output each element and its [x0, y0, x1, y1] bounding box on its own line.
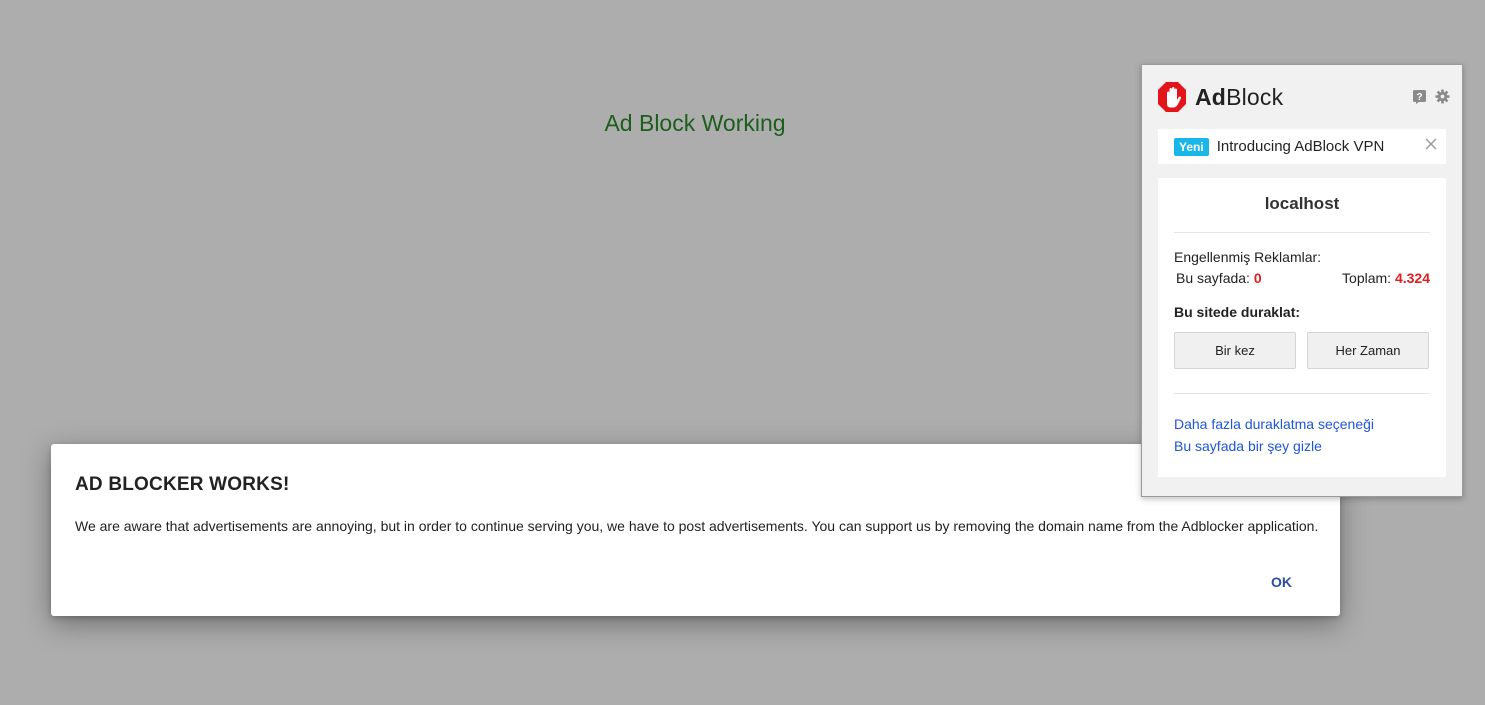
- help-icon[interactable]: ?: [1412, 89, 1427, 104]
- vpn-banner-text[interactable]: Introducing AdBlock VPN: [1217, 138, 1385, 155]
- total-count: Toplam: 4.324: [1342, 270, 1430, 286]
- pause-always-button[interactable]: Her Zaman: [1307, 332, 1429, 369]
- header-icons: ?: [1412, 89, 1450, 104]
- ok-button[interactable]: OK: [1271, 574, 1292, 590]
- more-pause-options-link[interactable]: Daha fazla duraklatma seçeneği: [1174, 416, 1374, 432]
- page-count: Bu sayfada: 0: [1176, 270, 1262, 286]
- svg-text:?: ?: [1416, 92, 1422, 103]
- hide-element-link[interactable]: Bu sayfada bir şey gizle: [1174, 438, 1322, 454]
- hand-stop-icon: [1158, 82, 1186, 112]
- divider: [1174, 232, 1430, 233]
- divider: [1174, 393, 1430, 394]
- domain-name: localhost: [1264, 194, 1340, 213]
- pause-once-button[interactable]: Bir kez: [1174, 332, 1296, 369]
- dialog-message: We are aware that advertisements are ann…: [75, 518, 1319, 534]
- new-badge: Yeni: [1174, 137, 1209, 156]
- adblock-extension-popup: AdBlock ? Yeni Introducing AdBlock VPN l…: [1141, 64, 1463, 497]
- total-count-value: 4.324: [1394, 270, 1430, 286]
- popup-header: AdBlock: [1157, 80, 1283, 114]
- pause-label: Bu sitede duraklat:: [1174, 304, 1301, 320]
- page-count-value: 0: [1253, 270, 1262, 286]
- blocked-ads-label: Engellenmiş Reklamlar:: [1174, 249, 1322, 265]
- site-status-card: localhost Engellenmiş Reklamlar: Bu sayf…: [1158, 178, 1446, 477]
- gear-icon[interactable]: [1435, 89, 1450, 104]
- adblock-logo-text: AdBlock: [1195, 83, 1284, 110]
- vpn-banner[interactable]: Yeni Introducing AdBlock VPN: [1158, 129, 1446, 164]
- close-icon[interactable]: [1424, 137, 1438, 151]
- dialog-title: AD BLOCKER WORKS!: [75, 474, 290, 495]
